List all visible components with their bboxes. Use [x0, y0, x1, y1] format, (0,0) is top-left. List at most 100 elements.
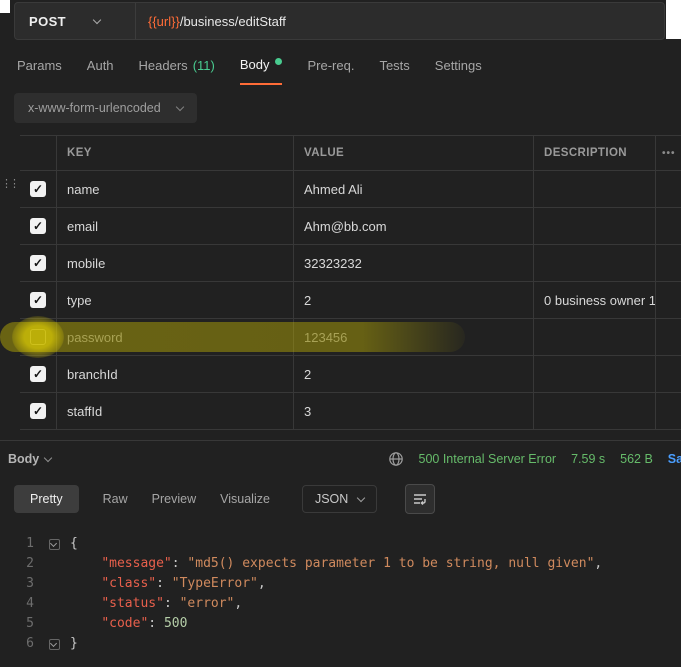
- row-checkbox-checked[interactable]: ✓: [30, 181, 46, 197]
- code-line: 6}: [0, 634, 681, 654]
- wrap-lines-icon: [412, 491, 428, 507]
- url-input[interactable]: {{url}}/business/editStaff: [136, 3, 664, 39]
- line-number: 5: [0, 614, 48, 634]
- wrap-lines-button[interactable]: [405, 484, 435, 514]
- screen-edge-artifact: [0, 0, 10, 13]
- row-checkbox-checked[interactable]: ✓: [30, 292, 46, 308]
- cell-description[interactable]: [533, 171, 655, 207]
- status-badge: 500 Internal Server Error: [419, 452, 557, 466]
- tab-pre-req[interactable]: Pre-req.: [307, 57, 354, 85]
- cell-value[interactable]: 3: [293, 393, 533, 429]
- table-row: ⋮⋮✓nameAhmed Ali: [20, 171, 681, 208]
- tab-label: Auth: [87, 58, 114, 73]
- drag-handle-icon[interactable]: ⋮⋮: [1, 180, 17, 189]
- table-row: ✓ emailAhm@bb.com: [20, 208, 681, 245]
- cell-value[interactable]: 2: [293, 356, 533, 392]
- cell-key[interactable]: name: [56, 171, 293, 207]
- table-row: password123456: [20, 319, 681, 356]
- body-type-label: x-www-form-urlencoded: [28, 101, 161, 115]
- tab-body[interactable]: Body: [240, 57, 283, 85]
- cell-value[interactable]: 32323232: [293, 245, 533, 281]
- code-text: }: [64, 634, 78, 654]
- code-text: "class": "TypeError",: [64, 574, 266, 594]
- chevron-down-icon: [175, 103, 183, 111]
- view-tab-preview[interactable]: Preview: [152, 492, 196, 506]
- checkbox-cell: ✓: [20, 393, 56, 429]
- cell-value[interactable]: 2: [293, 282, 533, 318]
- chevron-down-icon: [44, 453, 52, 461]
- cell-key[interactable]: type: [56, 282, 293, 318]
- save-response-button[interactable]: Save: [668, 452, 681, 466]
- checkbox-cell: ✓: [20, 171, 56, 207]
- cell-more: [655, 208, 681, 244]
- params-table: KEY VALUE DESCRIPTION ••• ⋮⋮✓nameAhmed A…: [20, 135, 681, 430]
- cell-key[interactable]: branchId: [56, 356, 293, 392]
- cell-more: [655, 171, 681, 207]
- cell-more: [655, 393, 681, 429]
- request-bar-container: POST {{url}}/business/editStaff: [0, 0, 681, 40]
- cell-description[interactable]: [533, 393, 655, 429]
- column-header-key: KEY: [56, 136, 293, 170]
- code-line: 2 "message": "md5() expects parameter 1 …: [0, 554, 681, 574]
- tab-tests[interactable]: Tests: [379, 57, 409, 85]
- format-label: JSON: [315, 492, 348, 506]
- fold-toggle-icon[interactable]: [48, 534, 64, 554]
- body-type-selector[interactable]: x-www-form-urlencoded: [14, 93, 197, 123]
- tab-label: Tests: [379, 58, 409, 73]
- code-line: 4 "status": "error",: [0, 594, 681, 614]
- table-row: ✓ staffId3: [20, 393, 681, 430]
- code-text: "message": "md5() expects parameter 1 to…: [64, 554, 602, 574]
- cell-value[interactable]: 123456: [293, 319, 533, 355]
- checkbox-cell: ✓: [20, 356, 56, 392]
- view-tab-pretty[interactable]: Pretty: [14, 485, 79, 513]
- tab-label: Settings: [435, 58, 482, 73]
- cell-more: [655, 282, 681, 318]
- tab-headers[interactable]: Headers(11): [139, 57, 215, 85]
- cell-key[interactable]: staffId: [56, 393, 293, 429]
- response-body-code: 1{2 "message": "md5() expects parameter …: [0, 522, 681, 654]
- cell-key[interactable]: mobile: [56, 245, 293, 281]
- row-checkbox-unchecked[interactable]: [30, 329, 46, 345]
- chevron-down-icon: [357, 494, 365, 502]
- row-checkbox-checked[interactable]: ✓: [30, 403, 46, 419]
- tab-auth[interactable]: Auth: [87, 57, 114, 85]
- cell-description[interactable]: [533, 356, 655, 392]
- row-checkbox-checked[interactable]: ✓: [30, 218, 46, 234]
- tab-label: Headers: [139, 58, 188, 73]
- response-view-tabs: Pretty Raw Preview Visualize JSON: [0, 476, 681, 522]
- view-tab-visualize[interactable]: Visualize: [220, 492, 270, 506]
- cell-value[interactable]: Ahm@bb.com: [293, 208, 533, 244]
- view-tab-raw[interactable]: Raw: [103, 492, 128, 506]
- tab-settings[interactable]: Settings: [435, 57, 482, 85]
- line-number: 1: [0, 534, 48, 554]
- cell-value[interactable]: Ahmed Ali: [293, 171, 533, 207]
- code-line: 3 "class": "TypeError",: [0, 574, 681, 594]
- fold-gutter: [48, 594, 64, 614]
- cell-description[interactable]: [533, 245, 655, 281]
- cell-description[interactable]: [533, 319, 655, 355]
- row-checkbox-checked[interactable]: ✓: [30, 255, 46, 271]
- response-size: 562 B: [620, 452, 653, 466]
- spacer: [0, 430, 681, 440]
- cell-key[interactable]: password: [56, 319, 293, 355]
- fold-gutter: [48, 614, 64, 634]
- format-selector[interactable]: JSON: [302, 485, 377, 513]
- tab-params[interactable]: Params: [17, 57, 62, 85]
- line-number: 3: [0, 574, 48, 594]
- table-row: ✓ branchId2: [20, 356, 681, 393]
- fold-toggle-icon[interactable]: [48, 634, 64, 654]
- code-text: "code": 500: [64, 614, 187, 634]
- cell-more: [655, 319, 681, 355]
- cell-description[interactable]: [533, 208, 655, 244]
- response-body-dropdown[interactable]: Body: [8, 452, 51, 466]
- table-row: ✓ type20 business owner 1 ad: [20, 282, 681, 319]
- cell-key[interactable]: email: [56, 208, 293, 244]
- method-selector[interactable]: POST: [15, 3, 135, 39]
- column-options-icon[interactable]: •••: [655, 136, 681, 170]
- url-variable: {{url}}: [148, 14, 180, 29]
- screen-edge-artifact: [666, 0, 681, 39]
- request-url-bar: POST {{url}}/business/editStaff: [14, 2, 665, 40]
- cell-description[interactable]: 0 business owner 1 ad: [533, 282, 655, 318]
- row-checkbox-checked[interactable]: ✓: [30, 366, 46, 382]
- column-header-description: DESCRIPTION: [533, 136, 655, 170]
